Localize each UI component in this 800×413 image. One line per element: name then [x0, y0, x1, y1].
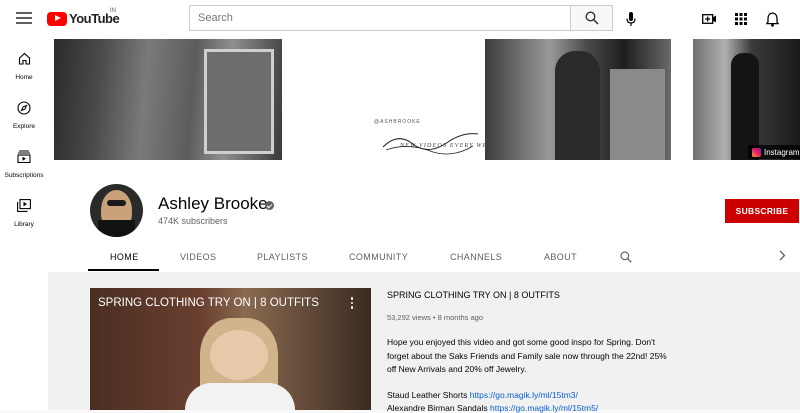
- home-icon: [18, 52, 30, 65]
- link-label: Staud Leather Shorts: [387, 390, 468, 400]
- tab-channels[interactable]: CHANNELS: [450, 252, 502, 262]
- sidebar-item-label: Library: [14, 221, 34, 228]
- featured-video-thumbnail[interactable]: SPRING CLOTHING TRY ON | 8 OUTFITS: [90, 288, 371, 410]
- create-button[interactable]: [700, 10, 718, 28]
- channel-banner: @ASHBROOKE NEW VIDEOS EVERY WEEK: [48, 37, 800, 170]
- search-icon: [620, 251, 632, 263]
- tab-playlists[interactable]: PLAYLISTS: [257, 252, 308, 262]
- sidebar-item-label: Explore: [12, 123, 36, 130]
- tab-videos[interactable]: VIDEOS: [180, 252, 216, 262]
- instagram-label: Instagram: [764, 147, 800, 157]
- description-link-line: Staud Leather Shorts https://go.magik.ly…: [387, 390, 578, 400]
- tab-about[interactable]: ABOUT: [544, 252, 577, 262]
- description-link[interactable]: https://go.magik.ly/ml/15tm5/: [490, 403, 598, 413]
- description-link-line: Alexandre Birman Sandals https://go.magi…: [387, 403, 598, 413]
- instagram-link[interactable]: Instagram: [748, 145, 800, 159]
- youtube-logo[interactable]: YouTube: [47, 11, 120, 26]
- video-description: Hope you enjoyed this video and got some…: [387, 337, 667, 374]
- banner-photo-city: [693, 39, 800, 160]
- microphone-icon: [626, 11, 636, 26]
- channel-search-button[interactable]: [620, 250, 632, 268]
- verified-badge-icon: [265, 201, 274, 210]
- tab-home[interactable]: HOME: [110, 252, 139, 262]
- channel-name: Ashley Brooke: [158, 194, 268, 213]
- search-input[interactable]: [190, 6, 570, 30]
- banner-photo-hair: [54, 39, 282, 160]
- video-meta: 53,292 views • 8 months ago: [387, 313, 484, 322]
- video-title[interactable]: SPRING CLOTHING TRY ON | 8 OUTFITS: [387, 290, 560, 300]
- top-bar: YouTube IN: [0, 0, 800, 37]
- sidebar-item-home[interactable]: Home: [0, 52, 48, 81]
- subscriber-count: 474K subscribers: [158, 216, 228, 226]
- banner-scribble: [382, 133, 479, 155]
- description-link[interactable]: https://go.magik.ly/ml/15tm3/: [470, 390, 578, 400]
- youtube-play-icon: [47, 11, 67, 26]
- channel-avatar[interactable]: [90, 184, 143, 237]
- apps-grid-icon: [735, 13, 747, 25]
- active-tab-indicator: [88, 269, 159, 271]
- featured-section: SPRING CLOTHING TRY ON | 8 OUTFITS SPRIN…: [48, 272, 800, 413]
- instagram-icon: [752, 147, 761, 157]
- sidebar-item-explore[interactable]: Explore: [0, 101, 48, 130]
- link-label: Alexandre Birman Sandals: [387, 403, 488, 413]
- search-icon: [584, 11, 599, 25]
- country-code: IN: [110, 8, 116, 14]
- subscribe-button[interactable]: SUBSCRIBE: [725, 199, 799, 223]
- compass-icon: [17, 101, 31, 115]
- menu-icon[interactable]: [16, 12, 32, 24]
- library-icon: [17, 199, 31, 212]
- more-options-icon[interactable]: [350, 297, 353, 311]
- tab-community[interactable]: COMMUNITY: [349, 252, 408, 262]
- banner-photo-street: [485, 39, 671, 160]
- create-video-icon: [701, 14, 716, 24]
- thumbnail-title: SPRING CLOTHING TRY ON | 8 OUTFITS: [98, 297, 319, 309]
- sidebar-item-label: Subscriptions: [4, 172, 44, 179]
- search-box: [189, 5, 571, 31]
- side-nav: Home Explore Subscriptions Library: [0, 37, 48, 410]
- voice-search-button[interactable]: [624, 10, 638, 28]
- chevron-right-icon: [779, 250, 786, 261]
- notifications-button[interactable]: [763, 10, 781, 28]
- sidebar-item-label: Home: [15, 74, 33, 81]
- channel-header: Ashley Brooke 474K subscribers SUBSCRIBE…: [48, 170, 800, 272]
- sidebar-item-library[interactable]: Library: [0, 199, 48, 228]
- subscriptions-icon: [17, 150, 31, 163]
- sidebar-item-subscriptions[interactable]: Subscriptions: [0, 150, 48, 179]
- search-button[interactable]: [571, 5, 613, 31]
- tabs-next-button[interactable]: [779, 250, 786, 264]
- bell-icon: [765, 11, 779, 27]
- apps-button[interactable]: [732, 10, 750, 28]
